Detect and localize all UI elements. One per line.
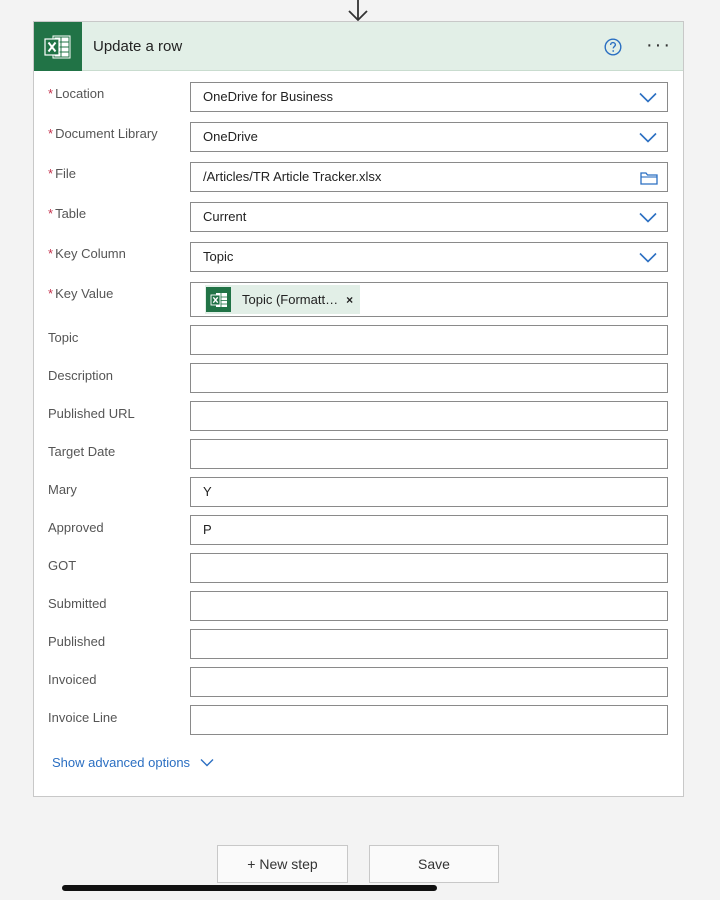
published-url-input[interactable] <box>190 401 668 431</box>
remove-token-icon[interactable]: × <box>346 286 353 314</box>
token-label: Topic (Formatt… <box>242 291 339 307</box>
file-picker[interactable]: /Articles/TR Article Tracker.xlsx <box>190 162 668 192</box>
location-dropdown[interactable]: OneDrive for Business <box>190 82 668 112</box>
approved-input[interactable]: P <box>190 515 668 545</box>
topic-label: Topic <box>48 330 79 345</box>
description-input[interactable] <box>190 363 668 393</box>
published-label: Published <box>48 634 106 649</box>
target-date-label: Target Date <box>48 444 116 459</box>
chevron-down-icon <box>639 212 657 223</box>
key-column-label: * Key Column <box>48 246 126 261</box>
got-input[interactable] <box>190 553 668 583</box>
more-icon[interactable]: ··· <box>646 35 672 55</box>
target-date-input[interactable] <box>190 439 668 469</box>
excel-icon <box>206 287 231 312</box>
chevron-down-icon <box>639 92 657 103</box>
published-input[interactable] <box>190 629 668 659</box>
key-value-label: * Key Value <box>48 286 114 301</box>
save-button[interactable]: Save <box>369 845 499 883</box>
key-column-dropdown[interactable]: Topic <box>190 242 668 272</box>
got-label: GOT <box>48 558 77 573</box>
update-row-card: Update a row ··· * Location OneDrive for … <box>33 21 684 797</box>
table-dropdown[interactable]: Current <box>190 202 668 232</box>
card-header[interactable]: Update a row ··· <box>34 22 683 71</box>
invoice-line-label: Invoice Line <box>48 710 118 725</box>
mary-input[interactable]: Y <box>190 477 668 507</box>
invoice-line-input[interactable] <box>190 705 668 735</box>
approved-label: Approved <box>48 520 104 535</box>
dynamic-content-token[interactable]: Topic (Formatt… × <box>205 285 360 314</box>
file-label: * File <box>48 166 77 181</box>
mary-label: Mary <box>48 482 77 497</box>
document-library-dropdown[interactable]: OneDrive <box>190 122 668 152</box>
invoiced-input[interactable] <box>190 667 668 697</box>
new-step-button[interactable]: + New step <box>217 845 348 883</box>
chevron-down-icon <box>639 132 657 143</box>
home-indicator <box>62 885 437 891</box>
invoiced-label: Invoiced <box>48 672 97 687</box>
chevron-down-icon <box>200 759 214 767</box>
location-label: * Location <box>48 86 105 101</box>
chevron-down-icon <box>639 252 657 263</box>
document-library-label: * Document Library <box>48 126 158 141</box>
help-circle-icon[interactable] <box>604 38 622 56</box>
topic-input[interactable] <box>190 325 668 355</box>
show-advanced-options-label: Show advanced options <box>52 755 191 770</box>
card-title: Update a row <box>93 38 183 55</box>
published-url-label: Published URL <box>48 406 135 421</box>
flow-arrow-icon <box>348 0 368 22</box>
submitted-label: Submitted <box>48 596 107 611</box>
excel-icon <box>34 22 82 71</box>
description-label: Description <box>48 368 114 383</box>
folder-icon[interactable] <box>640 170 658 185</box>
table-label: * Table <box>48 206 87 221</box>
show-advanced-options-link[interactable]: Show advanced options <box>52 755 214 770</box>
submitted-input[interactable] <box>190 591 668 621</box>
key-value-input[interactable]: Topic (Formatt… × <box>190 282 668 317</box>
